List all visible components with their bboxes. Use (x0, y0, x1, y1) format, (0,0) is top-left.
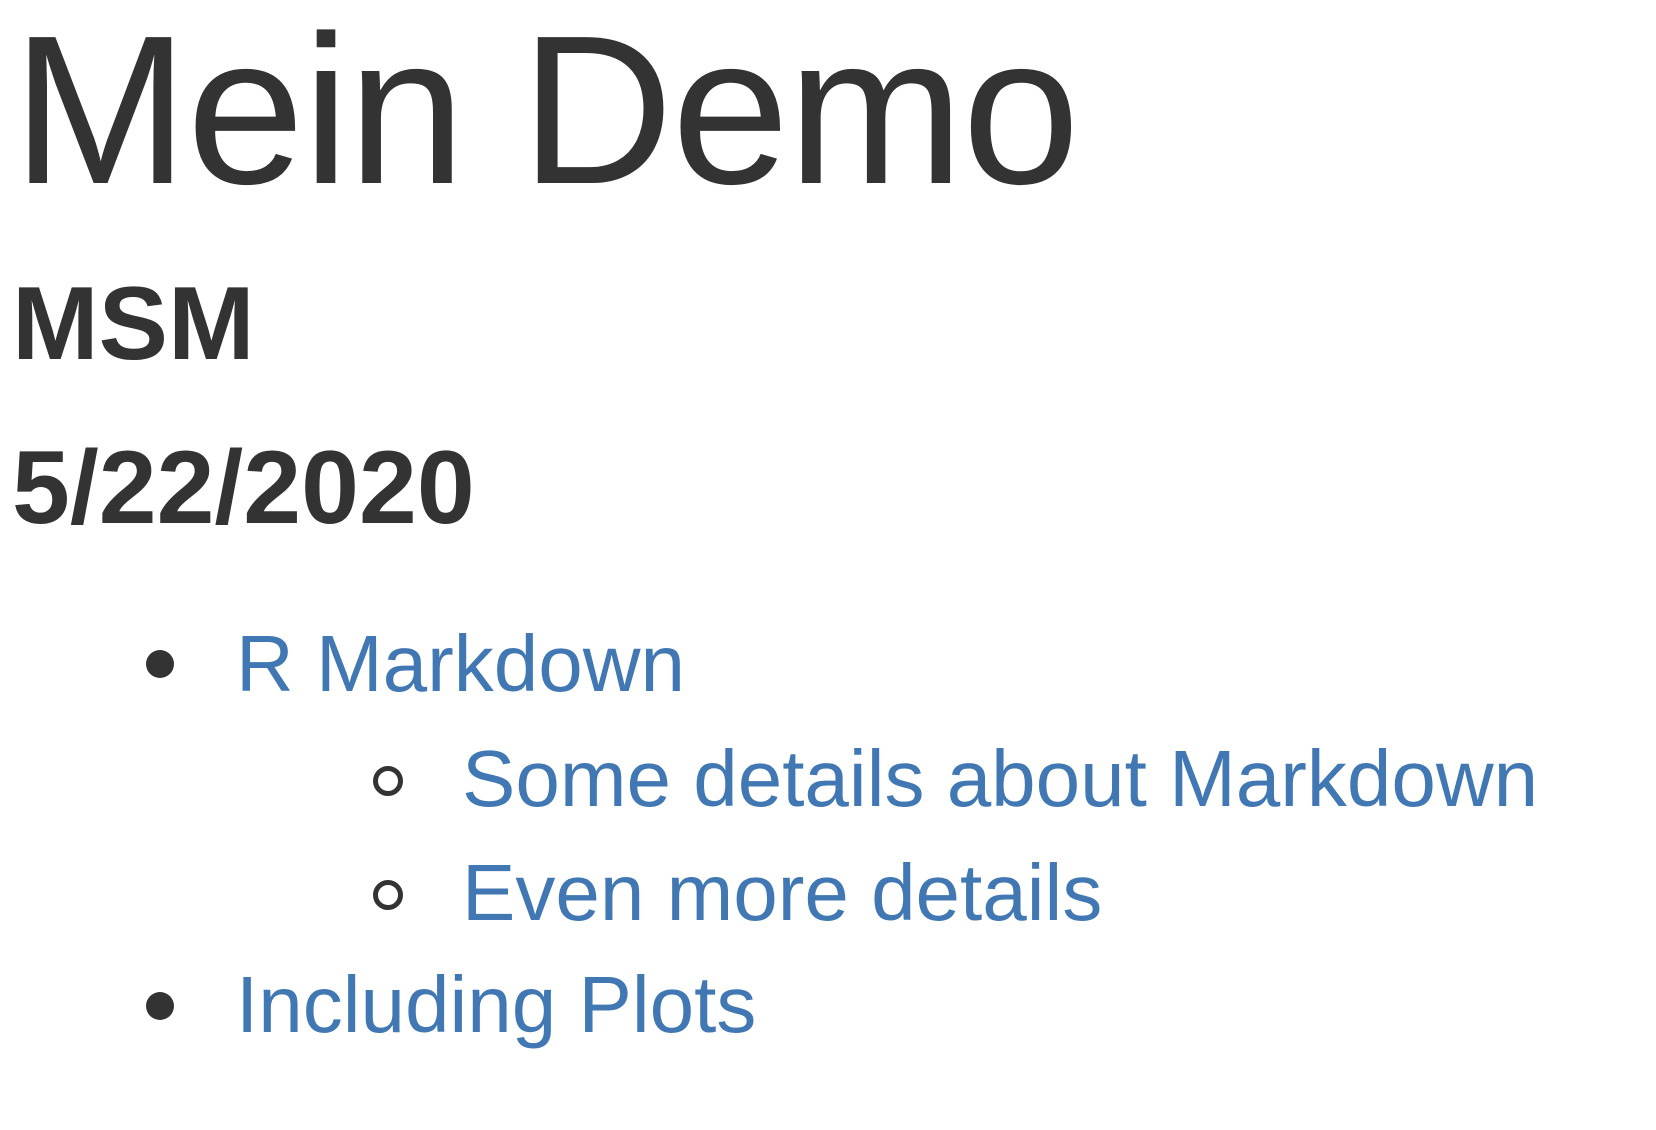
author-name: MSM (12, 266, 255, 382)
toc-link-even-more-details[interactable]: Even more details (462, 853, 1102, 933)
toc-link-some-details-about-markdown[interactable]: Some details about Markdown (462, 739, 1538, 819)
bullet-disc-icon (146, 650, 174, 678)
publish-date: 5/22/2020 (12, 430, 475, 546)
toc-link-including-plots[interactable]: Including Plots (236, 965, 756, 1045)
bullet-circle-icon (373, 766, 403, 796)
bullet-circle-icon (373, 880, 403, 910)
bullet-disc-icon (146, 992, 174, 1020)
toc-link-r-markdown[interactable]: R Markdown (236, 624, 685, 704)
page-title: Mein Demo (12, 0, 1080, 228)
